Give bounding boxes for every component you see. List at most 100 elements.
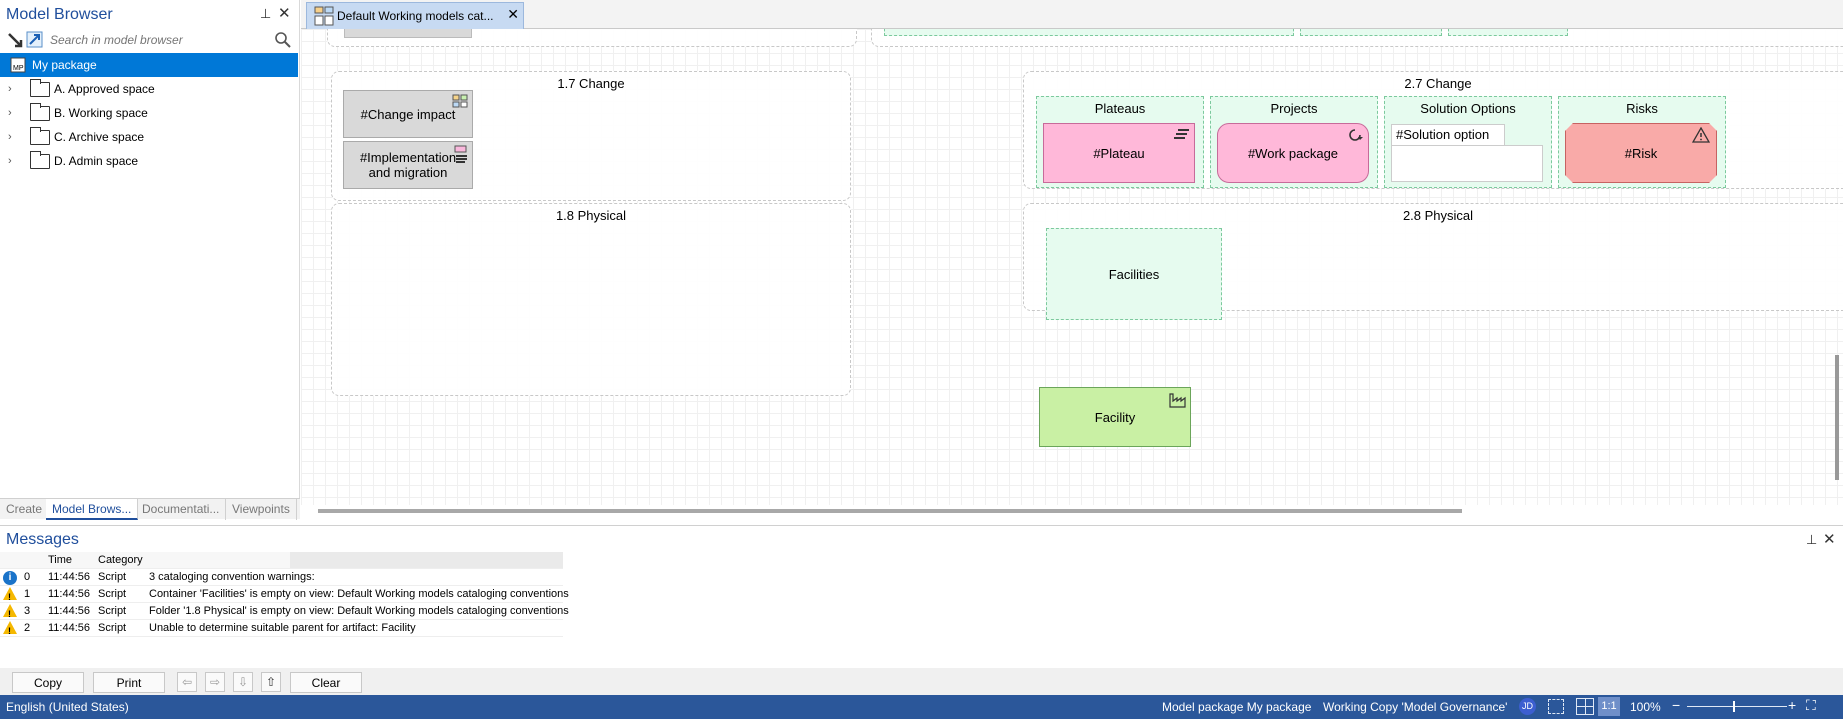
zoom-in-icon[interactable]: + (1788, 697, 1796, 713)
arrow-up-icon[interactable]: ⇧ (261, 672, 281, 692)
tree-item-archive-space[interactable]: › C. Archive space (0, 125, 298, 149)
tab-model-browser[interactable]: Model Brows... (46, 499, 139, 520)
work-package-icon (1349, 129, 1363, 141)
pin-icon[interactable]: ⊥ (1806, 532, 1817, 548)
chevron-right-icon[interactable]: › (8, 149, 12, 173)
copy-button[interactable]: Copy (12, 672, 84, 693)
message-row[interactable]: 3 11:44:56 Script Folder '1.8 Physical' … (0, 603, 569, 623)
model-package-status: Model package My package (1162, 700, 1312, 714)
fit-to-window-icon[interactable]: ⛶ (1806, 697, 1816, 714)
arrow-down-icon[interactable]: ⇩ (233, 672, 253, 692)
search-icon[interactable] (274, 31, 292, 49)
tree-item-working-space[interactable]: › B. Working space (0, 101, 298, 125)
model-browser-search-input[interactable] (50, 30, 275, 50)
element-label: #Work package (1247, 145, 1339, 161)
status-bar: English (United States) Model package My… (0, 695, 1843, 719)
message-time: 11:44:56 (48, 622, 91, 634)
tree-item-approved-space[interactable]: › A. Approved space (0, 77, 298, 101)
element-implementation-and-migration[interactable]: #Implementation and migration (343, 141, 473, 189)
tab-documentation[interactable]: Documentati... (136, 499, 227, 520)
message-text: Container 'Facilities' is empty on view:… (149, 588, 569, 600)
close-icon[interactable]: ✕ (1823, 530, 1836, 548)
column-header-time[interactable]: Time (48, 552, 72, 569)
print-button[interactable]: Print (93, 672, 165, 693)
chevron-right-icon[interactable]: › (8, 125, 12, 149)
message-row[interactable]: 1 11:44:56 Script Container 'Facilities'… (0, 586, 569, 606)
partial-element[interactable] (344, 29, 472, 38)
factory-icon (1169, 393, 1186, 408)
tree-item-label: D. Admin space (54, 154, 139, 168)
element-facility[interactable]: Facility (1039, 387, 1191, 447)
tree-item-admin-space[interactable]: › D. Admin space (0, 149, 298, 173)
tab-viewpoints[interactable]: Viewpoints (226, 499, 297, 520)
column-header-category[interactable]: Category (98, 552, 143, 569)
group-title: 1.8 Physical (555, 208, 627, 223)
chevron-right-icon[interactable]: › (8, 101, 12, 125)
page-borders-icon[interactable] (1548, 699, 1564, 714)
element-change-impact[interactable]: #Change impact (343, 90, 473, 138)
collapse-tree-icon[interactable] (6, 31, 24, 49)
model-browser-title: Model Browser (6, 6, 113, 23)
close-tab-icon[interactable]: ✕ (507, 6, 519, 23)
lane-plateaus[interactable]: Plateaus #Plateau (1036, 96, 1204, 188)
clear-button[interactable]: Clear (290, 672, 362, 693)
document-tab[interactable]: Default Working models cat... ✕ (306, 2, 524, 29)
group-1-7-change[interactable]: 1.7 Change #Change impact #Implementatio… (331, 71, 851, 201)
solution-option-body (1391, 145, 1543, 182)
messages-pane: Messages ⊥ ✕ Time Category i 0 11:44:56 … (0, 525, 1843, 696)
lane-risks[interactable]: Risks #Risk (1558, 96, 1726, 188)
zoom-out-icon[interactable]: − (1672, 697, 1680, 713)
column-header-message[interactable] (290, 552, 563, 568)
implementation-icon (454, 145, 467, 163)
language-indicator[interactable]: English (United States) (6, 700, 129, 714)
message-category: Script (98, 571, 127, 583)
grid-icon[interactable] (1576, 698, 1594, 715)
arrow-right-icon[interactable]: ⇨ (205, 672, 225, 692)
tree-item-label: A. Approved space (54, 82, 155, 96)
lane-facilities[interactable]: Facilities (1046, 228, 1222, 320)
message-id: 1 (24, 588, 31, 600)
message-category: Script (98, 588, 127, 600)
zoom-slider-thumb[interactable] (1733, 701, 1735, 712)
pin-icon[interactable]: ⊥ (260, 6, 271, 22)
element-plateau[interactable]: #Plateau (1043, 123, 1195, 183)
chevron-right-icon[interactable]: › (8, 77, 12, 101)
vertical-scrollbar[interactable] (1835, 355, 1839, 480)
messages-title: Messages (6, 531, 79, 548)
lane-projects[interactable]: Projects #Work package (1210, 96, 1378, 188)
warning-icon (3, 604, 17, 623)
message-row[interactable]: 2 11:44:56 Script Unable to determine su… (0, 620, 563, 640)
group-1-8-physical[interactable]: 1.8 Physical (331, 203, 851, 396)
locate-icon[interactable] (26, 31, 44, 49)
arrow-left-icon[interactable]: ⇦ (177, 672, 197, 692)
plateau-icon (1174, 129, 1189, 139)
horizontal-scrollbar[interactable] (318, 509, 1462, 513)
partial-lane (884, 29, 1294, 36)
message-text: Unable to determine suitable parent for … (149, 622, 416, 634)
message-text: Folder '1.8 Physical' is empty on view: … (149, 605, 569, 617)
lane-title: Solution Options (1420, 101, 1516, 116)
working-copy-status[interactable]: Working Copy 'Model Governance' (1323, 700, 1507, 714)
element-label: #Change impact (360, 106, 456, 122)
tree-item-my-package[interactable]: MP My package (0, 53, 298, 77)
close-icon[interactable]: ✕ (278, 4, 291, 22)
partial-lane (1448, 29, 1568, 36)
group-2-7-change[interactable]: 2.7 Change Plateaus #Plateau Projects #W… (1023, 71, 1843, 189)
element-solution-option[interactable]: #Solution option (1391, 124, 1545, 184)
folder-icon (30, 103, 50, 121)
lane-title: Projects (1270, 101, 1318, 116)
zoom-slider[interactable] (1687, 706, 1787, 707)
element-risk[interactable]: #Risk (1565, 123, 1717, 183)
element-label: #Solution option (1391, 124, 1505, 146)
message-category: Script (98, 605, 127, 617)
group-2-8-physical[interactable]: 2.8 Physical Facilities (1023, 203, 1843, 320)
partial-lane (1300, 29, 1442, 36)
tab-create[interactable]: Create (0, 499, 50, 520)
info-icon: i (3, 571, 17, 585)
lane-solution-options[interactable]: Solution Options #Solution option (1384, 96, 1552, 188)
element-work-package[interactable]: #Work package (1217, 123, 1369, 183)
user-avatar[interactable]: JD (1519, 698, 1536, 715)
diagram-canvas[interactable]: 1.7 Change #Change impact #Implementatio… (301, 29, 1843, 505)
message-row[interactable]: i 0 11:44:56 Script 3 cataloging convent… (0, 569, 563, 586)
actual-size-button[interactable]: 1:1 (1598, 697, 1620, 716)
